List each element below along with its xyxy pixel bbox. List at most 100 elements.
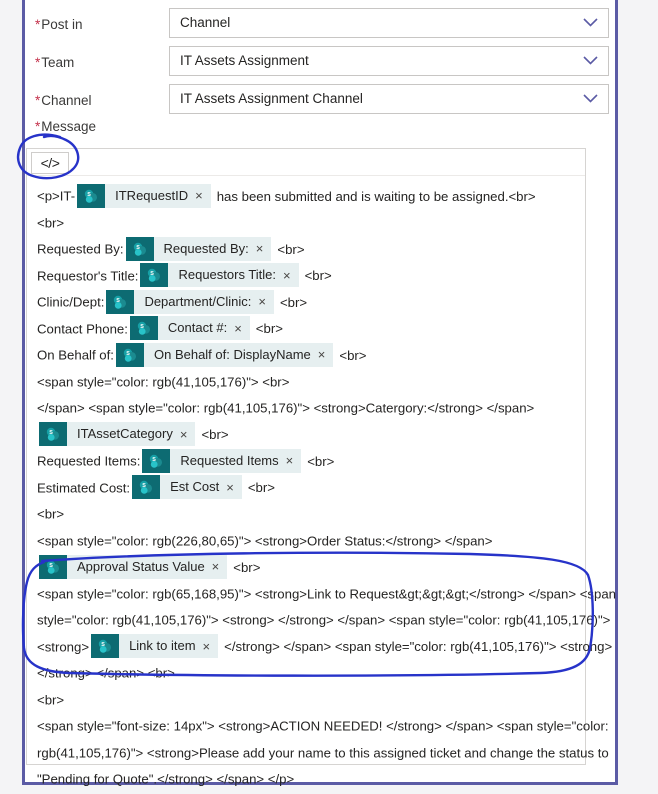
dropdown-channel-value: IT Assets Assignment Channel — [180, 91, 363, 106]
message-text: </strong> </span> <span style="color: rg… — [224, 639, 613, 655]
token-chip-label: Est Cost — [170, 479, 220, 495]
chevron-down-icon[interactable] — [583, 18, 598, 27]
token-chip-label: Requested Items — [180, 452, 279, 468]
close-icon[interactable]: × — [180, 428, 196, 441]
message-editor-content[interactable]: <p>IT- S ITRequestID × has been submitted an… — [27, 177, 616, 793]
message-line: <p>IT- S ITRequestID × has been submitted an… — [37, 183, 575, 210]
close-icon[interactable]: × — [256, 242, 272, 255]
message-text: On Behalf of: — [37, 347, 114, 363]
token-chip-label: Department/Clinic: — [144, 293, 252, 309]
message-line: Requested By: S Requested By: × <br> — [37, 236, 575, 263]
message-text: <strong> — [37, 639, 90, 655]
message-text: <br> — [37, 215, 65, 231]
message-text: <br> — [277, 241, 305, 257]
sharepoint-icon: S — [115, 342, 144, 367]
token-chip[interactable]: S Requested By: × — [125, 236, 272, 261]
close-icon[interactable]: × — [258, 295, 274, 308]
sharepoint-icon: S — [142, 448, 171, 473]
label-channel: *Channel — [35, 93, 92, 108]
token-chip[interactable]: S Est Cost × — [132, 475, 242, 500]
message-editor[interactable]: </> <p>IT- S ITRequestID × has been submitte… — [26, 148, 616, 787]
required-asterisk: * — [35, 119, 41, 134]
form-row-channel: *Channel IT Assets Assignment Channel — [25, 84, 615, 122]
sharepoint-icon: S — [39, 422, 67, 447]
message-text: <p>IT- — [37, 188, 76, 204]
close-icon[interactable]: × — [234, 322, 250, 335]
svg-text:S: S — [140, 324, 144, 330]
message-line: S Approval Status Value × <br> — [37, 554, 575, 581]
token-chip[interactable]: S ITRequestID × — [77, 183, 211, 208]
message-line: <br> — [37, 501, 575, 528]
sharepoint-icon: S — [106, 289, 135, 314]
chevron-down-icon[interactable] — [583, 94, 598, 103]
close-icon[interactable]: × — [318, 348, 334, 361]
token-chip[interactable]: S Approval Status Value × — [39, 554, 228, 579]
message-line: On Behalf of: S On Behalf of: DisplayName ×… — [37, 342, 575, 369]
token-chip[interactable]: S ITAssetCategory × — [39, 422, 196, 447]
message-line: S ITAssetCategory × <br> — [37, 422, 575, 449]
required-asterisk: * — [35, 93, 41, 108]
token-chip-label: ITRequestID — [115, 187, 189, 203]
message-text: <span style="color: rgb(41,105,176)"> <b… — [37, 374, 290, 390]
label-team: *Team — [35, 55, 75, 70]
token-chip-label: Link to item — [129, 638, 196, 654]
message-text: <span style="font-size: 14px"> <strong>A… — [37, 718, 609, 734]
message-text: Contact Phone: — [37, 321, 128, 337]
close-icon[interactable]: × — [203, 640, 219, 653]
token-chip[interactable]: S Contact #: × — [129, 316, 250, 341]
message-text: <br> — [279, 294, 308, 310]
token-chip[interactable]: S On Behalf of: DisplayName × — [115, 342, 334, 367]
message-editor-toolbar: </> — [27, 149, 585, 176]
message-line: Clinic/Dept: S Department/Clinic: × <br> — [37, 289, 575, 316]
close-icon[interactable]: × — [283, 269, 299, 282]
message-line: "Pending for Quote".</strong> </span> </… — [37, 766, 575, 793]
message-line: <span style="color: rgb(41,105,176)"> <b… — [37, 369, 575, 396]
svg-text:S: S — [136, 245, 140, 251]
message-line: Requested Items: S Requested Items × <br> — [37, 448, 575, 475]
token-chip[interactable]: S Link to item × — [91, 634, 219, 659]
token-chip[interactable]: S Requested Items × — [142, 448, 302, 473]
token-chip-label: On Behalf of: DisplayName — [153, 346, 311, 362]
message-text: </strong> </span> <br> — [37, 665, 175, 681]
message-text: Requested By: — [37, 241, 124, 257]
required-asterisk: * — [35, 17, 41, 32]
dropdown-channel[interactable]: IT Assets Assignment Channel — [169, 84, 609, 114]
svg-text:S: S — [49, 563, 53, 569]
dropdown-post-in[interactable]: Channel — [169, 8, 609, 38]
message-text: Requested Items: — [37, 453, 141, 469]
code-icon[interactable]: </> — [31, 152, 69, 174]
close-icon[interactable]: × — [212, 560, 228, 573]
svg-text:S: S — [49, 430, 53, 436]
message-text: <br> — [247, 480, 275, 496]
dropdown-team[interactable]: IT Assets Assignment — [169, 46, 609, 76]
token-chip-label: Requested By: — [163, 240, 249, 256]
message-text: <br> — [307, 453, 335, 469]
message-line-highlighted: </strong> </span> <br> — [37, 660, 575, 687]
close-icon[interactable]: × — [195, 189, 211, 202]
dropdown-post-in-value: Channel — [180, 15, 231, 30]
message-line: <br> — [37, 687, 575, 714]
message-line: <span style="font-size: 14px"> <strong>A… — [37, 713, 609, 740]
form-row-post-in: *Post in Channel — [25, 8, 615, 46]
message-line: Estimated Cost: S Est Cost × <br> — [37, 475, 575, 502]
sharepoint-icon: S — [39, 554, 67, 579]
message-line: rgb(41,105,176)"> <strong>Please add you… — [37, 740, 609, 767]
chevron-down-icon[interactable] — [583, 56, 598, 65]
svg-text:S: S — [153, 457, 157, 463]
message-line-highlighted: <span style="color: rgb(65,168,95)"> <st… — [37, 581, 616, 608]
close-icon[interactable]: × — [286, 454, 302, 467]
form-row-team: *Team IT Assets Assignment — [25, 46, 615, 84]
token-chip-label: Contact #: — [167, 320, 228, 336]
message-text: has been submitted and is waiting to be … — [216, 188, 536, 204]
token-chip[interactable]: S Requestors Title: × — [140, 263, 299, 288]
message-text: <br> — [37, 692, 65, 708]
message-text: <br> — [304, 268, 332, 284]
sharepoint-icon: S — [91, 634, 120, 659]
message-text: "Pending for Quote".</strong> </span> </… — [37, 771, 295, 787]
message-text: rgb(41,105,176)"> <strong>Please add you… — [37, 745, 609, 761]
close-icon[interactable]: × — [226, 481, 242, 494]
message-text: Estimated Cost: — [37, 480, 131, 496]
sharepoint-icon: S — [140, 263, 169, 288]
message-line: Contact Phone: S Contact #: × <br> — [37, 316, 575, 343]
token-chip[interactable]: S Department/Clinic: × — [106, 289, 274, 314]
